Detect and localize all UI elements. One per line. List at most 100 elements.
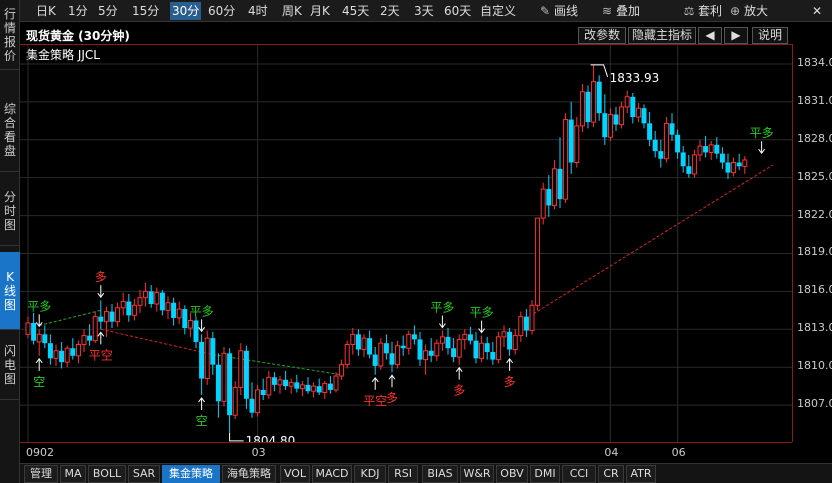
indicator-tab-13[interactable]: DMI [530, 465, 560, 483]
candle-body [25, 322, 31, 335]
signal-label: 平多 [190, 304, 214, 318]
side-tab-1[interactable]: 综合看盘 [0, 88, 20, 172]
candle-body [484, 343, 490, 353]
candle-body [305, 384, 311, 392]
indicator-tab-5[interactable]: 海龟策略 [222, 465, 276, 483]
indicator-tab-4[interactable]: 集金策略 [162, 465, 220, 483]
candle-body [148, 291, 154, 305]
candlestick-plot[interactable]: 1833.93 1804.80 平多空多平空 平多空平空多平多多平多多平多 [20, 44, 792, 448]
signal-label: 空 [33, 375, 45, 389]
time-axis: 0902 03 04 06 [20, 442, 792, 462]
side-tab-0[interactable]: 行情报价 [0, 0, 20, 70]
candle-body [490, 352, 496, 360]
indicator-tab-7[interactable]: MACD [312, 465, 352, 483]
candle-body [176, 308, 182, 319]
high-price-label: 1833.93 [610, 71, 660, 85]
candle-body [395, 345, 401, 366]
period-13[interactable]: 自定义 [480, 2, 516, 20]
period-1[interactable]: 1分 [68, 2, 88, 20]
candle-body [36, 333, 42, 343]
header-button-0[interactable]: 改参数 [578, 27, 626, 44]
indicator-tab-9[interactable]: RSI [388, 465, 418, 483]
side-tab-3[interactable]: K线图 [0, 252, 20, 330]
candle-body [495, 336, 501, 361]
low-marker-line [229, 432, 244, 442]
candle-body [199, 341, 205, 379]
period-11[interactable]: 3天 [414, 2, 434, 20]
candle-body [523, 316, 529, 331]
period-10[interactable]: 2天 [380, 2, 400, 20]
candle-body [736, 162, 742, 167]
candlestick-svg[interactable]: 1833.931804.80平多空多平空平多空平空多平多多平多多平多 [20, 45, 792, 448]
action-3[interactable]: ⊕ 放大 [728, 2, 768, 20]
indicator-tab-6[interactable]: VOL [280, 465, 310, 483]
header-button-1[interactable]: 隐藏主指标 [628, 27, 696, 44]
period-5[interactable]: 60分 [208, 2, 235, 20]
header-button-3[interactable]: ▶ [724, 27, 748, 44]
candle-body [316, 386, 322, 393]
period-9[interactable]: 45天 [342, 2, 369, 20]
candle-body [355, 334, 361, 350]
candle-body [691, 154, 697, 175]
side-tab-2[interactable]: 分时图 [0, 176, 20, 246]
period-3[interactable]: 15分 [132, 2, 159, 20]
indicator-tab-3[interactable]: SAR [128, 465, 160, 483]
candle-body [311, 385, 317, 392]
candle-body [563, 119, 569, 200]
period-0[interactable]: 日K [36, 2, 56, 20]
indicator-tab-10[interactable]: BIAS [422, 465, 458, 483]
candle-body [619, 106, 625, 126]
indicator-tab-0[interactable]: 管理 [24, 465, 58, 483]
indicator-tab-14[interactable]: CCI [562, 465, 596, 483]
indicator-tab-12[interactable]: OBV [496, 465, 528, 483]
candle-body [383, 343, 389, 354]
header-button-2[interactable]: ◀ [698, 27, 722, 44]
indicator-tab-16[interactable]: ATR [626, 465, 656, 483]
strategy-line [212, 354, 342, 376]
y-tick-label: 1831.00 [797, 93, 832, 107]
candle-body [210, 338, 216, 365]
y-tick-label: 1825.00 [797, 169, 832, 183]
period-6[interactable]: 4时 [248, 2, 268, 20]
indicator-tab-11[interactable]: W&R [460, 465, 494, 483]
y-tick-label: 1813.00 [797, 321, 832, 335]
indicator-tab-15[interactable]: CR [598, 465, 624, 483]
x-tick-label: 06 [671, 446, 686, 459]
indicator-tab-1[interactable]: MA [60, 465, 86, 483]
x-tick-label: 04 [604, 446, 619, 459]
candle-body [708, 144, 714, 153]
candle-body [439, 336, 445, 344]
period-7[interactable]: 周K [282, 2, 302, 20]
header-button-4[interactable]: 说明 [752, 27, 788, 44]
action-0[interactable]: ✎ 画线 [538, 2, 578, 20]
candle-body [81, 335, 87, 345]
price-axis: 1834.00 1831.00 1828.00 1825.00 1822.00 1819.… [792, 44, 832, 442]
action-1[interactable]: ≋ 叠加 [600, 2, 640, 20]
indicator-tab-8[interactable]: KDJ [354, 465, 386, 483]
candle-body [171, 302, 177, 318]
candle-body [277, 379, 283, 386]
signal-label: 平多 [470, 306, 494, 320]
candle-body [115, 307, 121, 323]
candle-body [204, 337, 210, 380]
period-12[interactable]: 60天 [444, 2, 471, 20]
candle-body [221, 352, 227, 402]
candle-body [215, 364, 221, 402]
period-2[interactable]: 5分 [98, 2, 118, 20]
signal-label: 平空 [363, 394, 387, 408]
signal-label: 平多 [430, 301, 454, 315]
period-8[interactable]: 月K [310, 2, 330, 20]
action-2[interactable]: ⚖ 套利 [682, 2, 722, 20]
indicator-tab-2[interactable]: BOLL [88, 465, 126, 483]
candle-body [350, 333, 356, 345]
candle-body [423, 350, 429, 361]
signal-label: 多 [453, 384, 465, 398]
candle-body [98, 316, 104, 322]
candle-body [529, 304, 535, 332]
close-icon[interactable]: ✕ [812, 2, 822, 20]
side-tab-4[interactable]: 闪电图 [0, 330, 20, 400]
period-4[interactable]: 30分 [170, 2, 202, 20]
candle-body [339, 364, 345, 377]
candle-body [669, 123, 675, 135]
candle-body [266, 376, 272, 396]
